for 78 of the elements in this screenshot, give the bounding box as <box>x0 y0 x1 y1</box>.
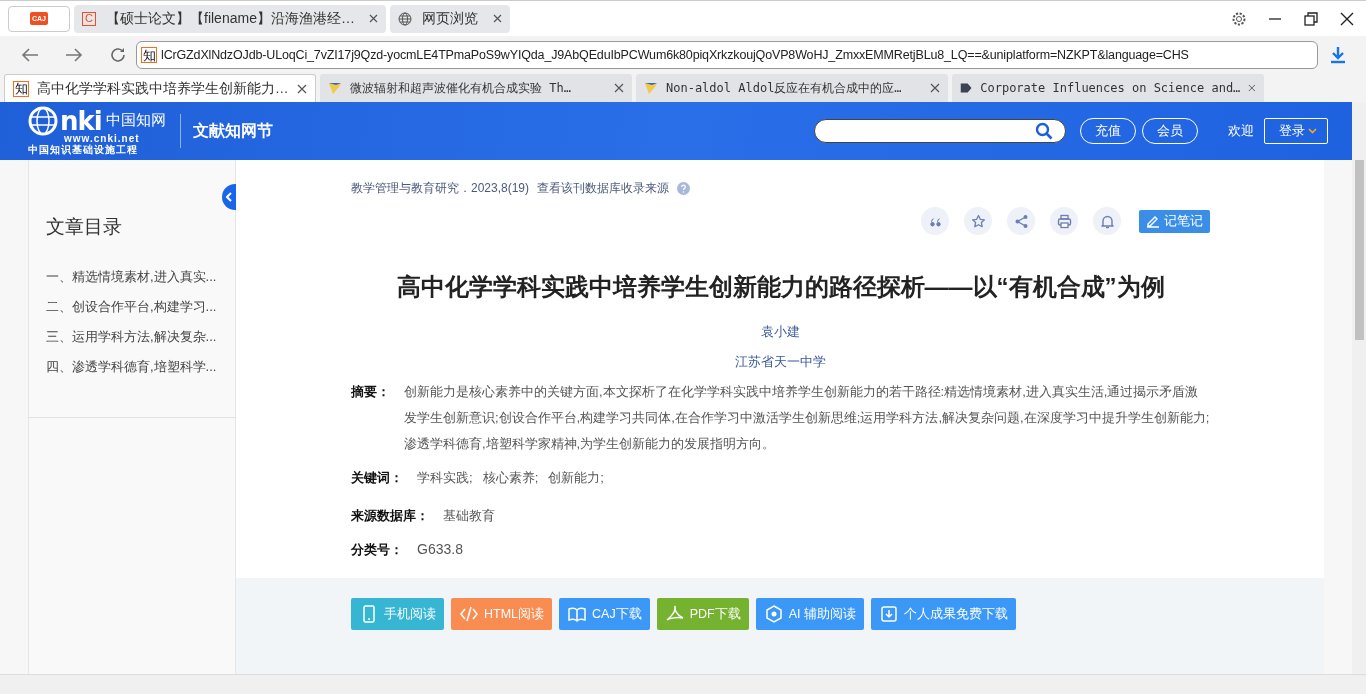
logo-mark: nki <box>60 107 102 134</box>
share-button[interactable] <box>1007 207 1035 235</box>
close-tab-icon[interactable] <box>369 14 378 23</box>
field-label: 摘要： <box>351 383 390 401</box>
logo-name: 中国知网 <box>105 111 166 130</box>
article-title: 高中化学学科实践中培养学生创新能力的路径探析——以“有机合成”为例 <box>395 272 1166 302</box>
printer-button[interactable] <box>1050 207 1078 235</box>
address-field[interactable]: 知 lCrGZdXlNdzOJdb-ULoqCi_7vZI17j9Qzd-yocmLE4TPmaPoS9wYIQda_J9AbQEduIbPCWum6k80piqXrkzkoujQoVP8WoHJ_ZmxxEMMRetjBLu8_LQ==&uniplatform=NZKPT&language=CHS <box>136 41 1318 69</box>
maximize-icon[interactable] <box>1304 11 1318 26</box>
bookmark-icon <box>328 81 342 95</box>
tag-icon <box>960 81 973 95</box>
close-tab-icon[interactable] <box>614 83 624 93</box>
hexagon-icon <box>764 605 783 623</box>
reload-icon[interactable] <box>109 46 127 64</box>
document-tab[interactable]: 知 高中化学学科实践中培养学生创新能力… <box>4 74 316 102</box>
field-value: 基础教育 <box>443 507 495 525</box>
field-value: G633.8 <box>417 541 463 559</box>
toc-title: 文章目录 <box>46 215 123 239</box>
close-tab-icon[interactable] <box>930 83 940 93</box>
welcome-text: 欢迎 <box>1228 122 1254 140</box>
keyword-link[interactable]: 核心素养; <box>482 469 539 487</box>
search-field[interactable] <box>814 119 1066 143</box>
field-label: 关键词： <box>351 469 403 487</box>
document-tab[interactable]: Non-aldol Aldol反应在有机合成中的应… <box>636 74 948 102</box>
scrollbar-thumb[interactable] <box>1354 160 1364 340</box>
star-button[interactable] <box>964 207 992 235</box>
logo-url: www.cnki.net <box>64 132 140 144</box>
globe-icon <box>398 11 412 26</box>
abstract-text: 创新能力是核心素养中的关键方面,本文探析了在化学学科实践中培养学生创新能力的若干路径:精选情境素材,进入真实生活,通过揭示矛盾激发学生创新意识;创设合作平台,构建学习共同体,在合作学习中激活学生创新思维;运用学科方法,解决复杂问题,在深度学习中提升学生创新能力;渗透学科德育,培塑科学家精神,为学生创新能力的发展指明方向。 <box>404 383 1210 453</box>
close-tab-icon[interactable] <box>297 83 307 94</box>
download-icon <box>879 605 898 623</box>
close-tab-icon[interactable] <box>493 14 502 23</box>
bell-button[interactable] <box>1093 207 1121 235</box>
quote-button[interactable] <box>921 207 949 235</box>
pdf-icon <box>665 605 684 623</box>
settings-icon[interactable] <box>1232 11 1246 26</box>
affiliation[interactable]: 江苏省天一中学 <box>351 353 1210 371</box>
logo-tagline: 中国知识基础设施工程 <box>28 143 138 157</box>
toc-item[interactable]: 二、创设合作平台,构建学习... <box>46 298 235 328</box>
window-tab[interactable]: C 【硕士论文】【filename】沿海渔港经… <box>74 4 386 33</box>
section-title: 文献知网节 <box>192 120 273 141</box>
keyword-link[interactable]: 创新能力; <box>548 469 604 487</box>
download-icon[interactable] <box>1329 46 1347 64</box>
url-text: lCrGZdXlNdzOJdb-ULoqCi_7vZI17j9Qzd-yocmLE4TPmaPoS9wYIQda_J9AbQEduIbPCWum6k80piqXrkzkoujQoVP8WoHJ_ZmxxEMMRetjBLu8_LQ==&uniplatform=NZKPT&language=CHS <box>161 48 1189 62</box>
tab-favicon-icon: C <box>82 11 96 26</box>
source-link[interactable]: 查看该刊数据库收录来源 <box>537 180 670 197</box>
login-button[interactable]: 登录 <box>1264 118 1328 144</box>
back-icon[interactable] <box>21 47 39 63</box>
printer-icon <box>1056 213 1072 229</box>
forward-icon[interactable] <box>65 47 83 63</box>
code-icon <box>460 605 478 623</box>
toc-item[interactable]: 一、精选情境素材,进入真实... <box>46 268 235 298</box>
chevron-left-icon <box>226 192 232 202</box>
journal-info: 教学管理与教育研究．2023,8(19) <box>351 180 530 197</box>
collapse-button[interactable] <box>222 184 236 210</box>
pencil-icon <box>1146 214 1160 228</box>
keyword-link[interactable]: 学科实践; <box>417 469 473 487</box>
search-icon[interactable] <box>1035 122 1053 140</box>
tab-favicon-icon: 知 <box>13 80 29 97</box>
toc-item[interactable]: 四、渗透学科德育,培塑科学... <box>46 358 235 388</box>
field-label: 来源数据库： <box>351 507 429 525</box>
phone-icon <box>360 605 378 623</box>
bell-icon <box>1099 213 1115 229</box>
document-tab[interactable]: Corporate Influences on Science and… <box>952 74 1264 102</box>
window-tab[interactable]: 网页浏览 <box>390 4 510 33</box>
bookmark-icon <box>644 81 658 95</box>
field-label: 分类号： <box>351 541 403 559</box>
star-icon <box>970 213 986 229</box>
share-icon <box>1013 213 1029 229</box>
close-tab-icon[interactable] <box>1248 83 1256 93</box>
site-favicon-icon: 知 <box>141 47 157 63</box>
close-icon[interactable] <box>1340 11 1354 26</box>
author-name[interactable]: 袁小建 <box>351 323 1210 341</box>
globe-logo-icon <box>28 105 58 136</box>
book-icon <box>568 605 587 623</box>
toc-item[interactable]: 三、运用学科方法,解决复杂... <box>46 328 235 358</box>
caret-icon <box>1308 128 1317 134</box>
document-tab[interactable]: 微波辐射和超声波催化有机合成实验 Th… <box>320 74 632 102</box>
